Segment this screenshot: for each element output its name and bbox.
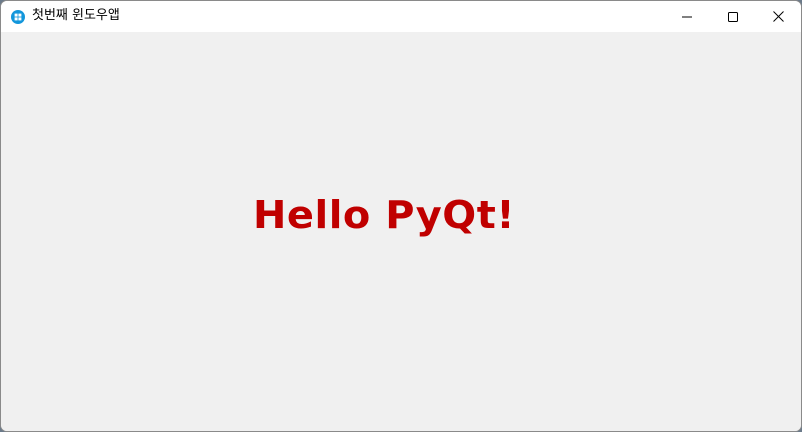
close-icon [772, 11, 784, 22]
close-button[interactable] [755, 1, 801, 32]
hello-label: Hello PyQt! [253, 193, 516, 237]
app-window: 첫번째 윈도우앱 Hello PyQt! [0, 0, 802, 432]
windows-app-icon [11, 9, 25, 24]
title-bar[interactable]: 첫번째 윈도우앱 [1, 1, 801, 32]
maximize-button[interactable] [710, 1, 756, 32]
client-area: Hello PyQt! [1, 32, 801, 431]
maximize-icon [728, 11, 738, 22]
minimize-button[interactable] [664, 1, 710, 32]
minimize-icon [682, 12, 692, 22]
window-title: 첫번째 윈도우앱 [32, 8, 120, 23]
